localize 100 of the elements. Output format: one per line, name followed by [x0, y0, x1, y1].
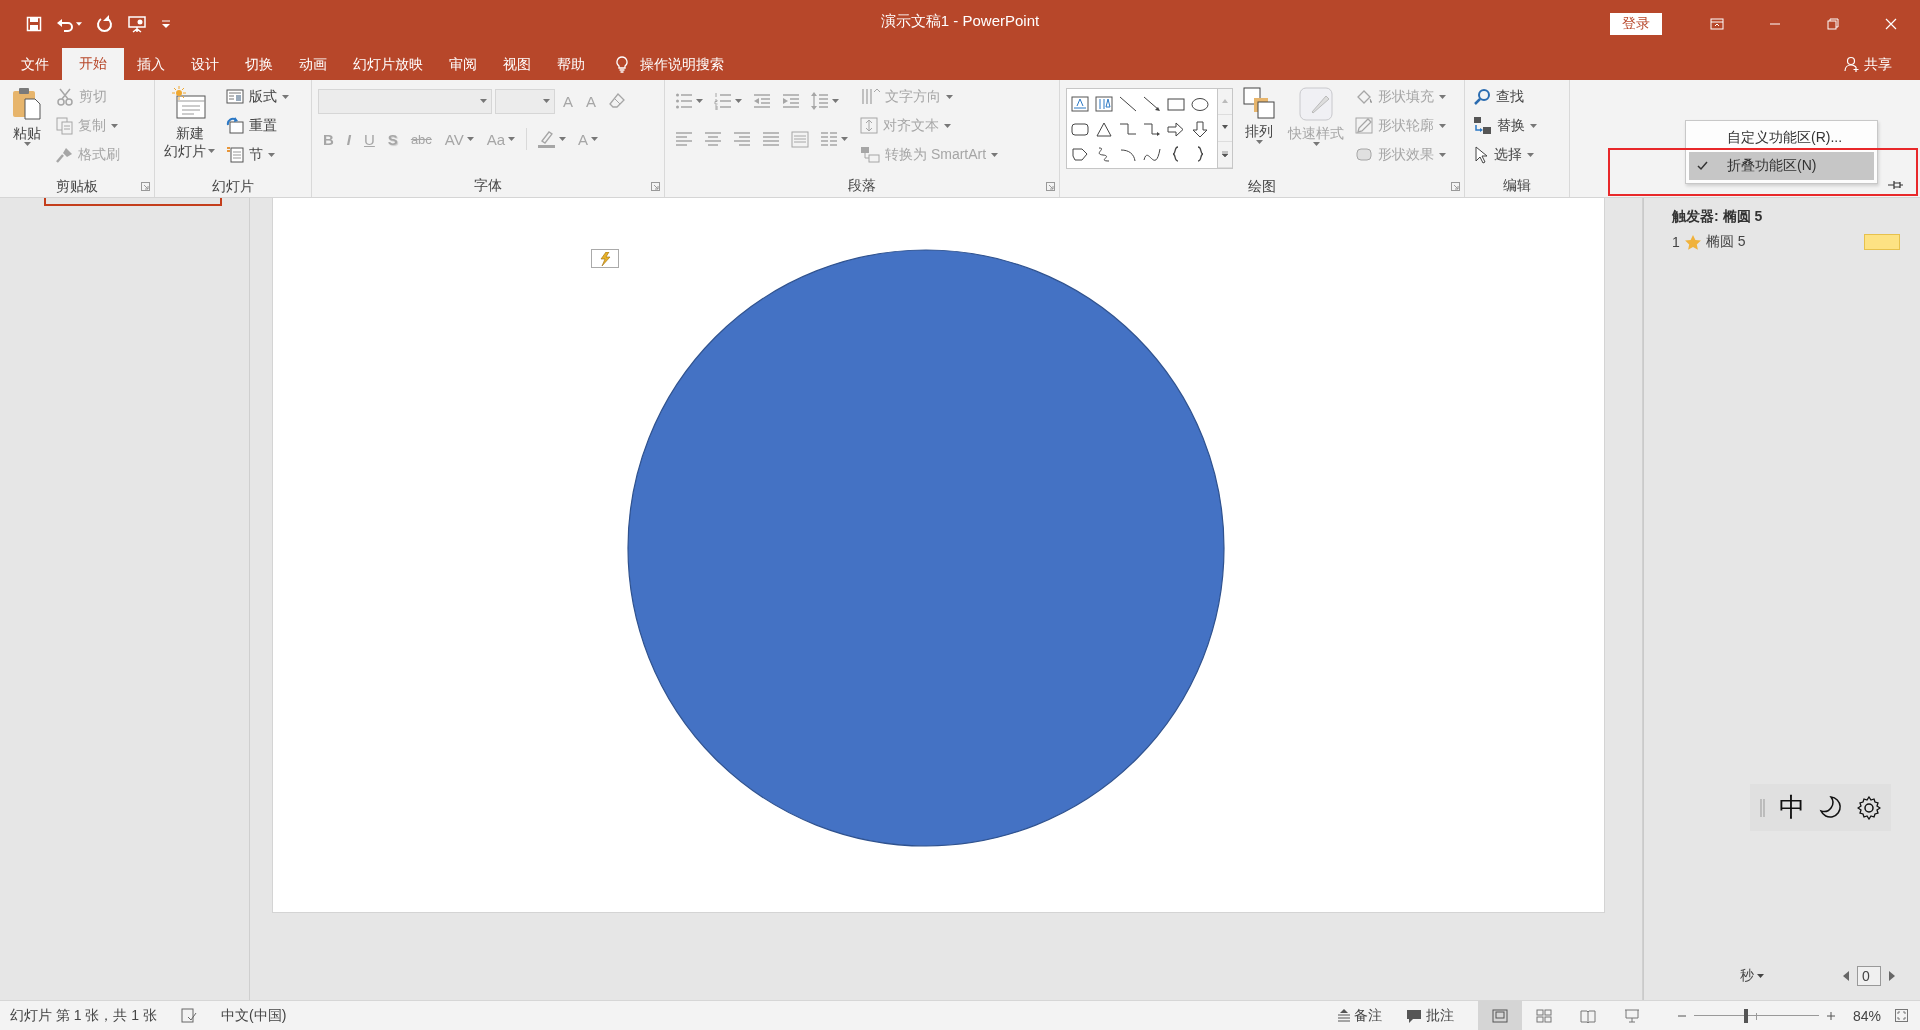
- notes-button[interactable]: 备注: [1335, 1006, 1382, 1025]
- shape-icon[interactable]: [1143, 95, 1161, 112]
- caret-icon: [208, 149, 215, 153]
- ribbon-button[interactable]: 重置: [224, 113, 291, 138]
- shape-icon[interactable]: [1167, 120, 1185, 137]
- caret-icon: [1439, 123, 1446, 128]
- lightbulb-icon[interactable]: [614, 56, 630, 73]
- text-direction-icon: [860, 88, 880, 105]
- presentation-icon[interactable]: [128, 15, 147, 33]
- trigger-heading: 触发器: 椭圆 5: [1672, 208, 1764, 226]
- caret-icon: [1312, 142, 1320, 146]
- customize-icon[interactable]: [161, 19, 171, 29]
- share-button[interactable]: 共享: [1864, 55, 1892, 74]
- scroll-left-icon[interactable]: [1843, 971, 1849, 981]
- language-indicator[interactable]: 中文(中国): [221, 1006, 287, 1025]
- comments-button[interactable]: 批注: [1405, 1006, 1454, 1025]
- pin-icon[interactable]: [1888, 180, 1904, 190]
- ribbon-button[interactable]: 排列: [1239, 84, 1279, 176]
- ribbon-tab[interactable]: 帮助: [544, 49, 598, 80]
- caret-icon: [282, 94, 289, 99]
- menu-item[interactable]: 自定义功能区(R)...: [1689, 124, 1874, 152]
- caret-icon: [841, 137, 848, 141]
- fit-to-window-icon[interactable]: [1895, 1009, 1908, 1022]
- slider-thumb[interactable]: [1744, 1008, 1749, 1023]
- smartart-icon: [860, 146, 880, 163]
- person-add-icon[interactable]: [1844, 56, 1860, 73]
- slideshow-icon: [1623, 1008, 1640, 1023]
- ribbon-button[interactable]: 替换: [1471, 113, 1539, 138]
- ribbon-tab[interactable]: 幻灯片放映: [340, 49, 436, 80]
- arrange-icon: [1242, 86, 1276, 120]
- caret-icon: [543, 99, 550, 103]
- justify-icon: [762, 131, 780, 147]
- settings-icon[interactable]: [1857, 795, 1881, 820]
- ellipse-shape[interactable]: [627, 249, 1225, 847]
- zoom-spin-field[interactable]: 0: [1857, 966, 1881, 986]
- align-center-icon: [704, 131, 722, 147]
- login-button[interactable]: 登录: [1610, 13, 1662, 35]
- shape-icon[interactable]: [1071, 120, 1089, 137]
- save-icon[interactable]: [26, 16, 42, 32]
- ribbon-tab[interactable]: 开始: [62, 48, 124, 80]
- zoom-percentage[interactable]: 84%: [1852, 1007, 1881, 1024]
- scroll-right-icon[interactable]: [1889, 971, 1895, 981]
- ribbon-tab[interactable]: 文件: [8, 49, 62, 80]
- copy-icon: [56, 116, 73, 135]
- group-label: 剪贴板: [56, 177, 98, 196]
- ribbon-tab[interactable]: 设计: [178, 49, 232, 80]
- shape-icon[interactable]: [1095, 120, 1113, 137]
- shape-gallery[interactable]: [1066, 88, 1218, 169]
- shape-icon[interactable]: [1191, 120, 1209, 137]
- more-icon[interactable]: [1221, 150, 1229, 158]
- distributed-icon: [791, 130, 809, 148]
- tell-me-search[interactable]: 操作说明搜索: [640, 55, 724, 74]
- ribbon-tab[interactable]: 审阅: [436, 49, 490, 80]
- zoom-in-icon[interactable]: [1826, 1011, 1835, 1020]
- spellcheck-icon[interactable]: [181, 1008, 198, 1023]
- reset-icon: [226, 117, 244, 134]
- dialog-launcher-icon[interactable]: [141, 182, 150, 191]
- caret-icon: [696, 99, 703, 103]
- ribbon-button[interactable]: 节: [224, 142, 291, 167]
- slide-thumbnail[interactable]: [44, 198, 222, 206]
- caret-icon: [1439, 94, 1446, 99]
- view-button[interactable]: [1477, 1001, 1522, 1030]
- shape-icon[interactable]: [1119, 95, 1137, 112]
- ribbon-display-icon[interactable]: [1710, 17, 1724, 31]
- ribbon-button[interactable]: 查找: [1471, 84, 1539, 109]
- moon-icon[interactable]: [1819, 794, 1843, 821]
- ime-mode-button[interactable]: 中: [1779, 790, 1805, 825]
- close-icon[interactable]: [1884, 17, 1898, 31]
- ribbon-button[interactable]: 选择: [1471, 142, 1539, 167]
- caret-icon: [111, 123, 118, 128]
- dialog-launcher-icon[interactable]: [1451, 182, 1460, 191]
- restore-icon[interactable]: [1826, 17, 1840, 31]
- trigger-marker[interactable]: [591, 249, 619, 268]
- ribbon-button[interactable]: 新建 幻灯片: [161, 84, 218, 176]
- numbering-icon: [714, 92, 732, 110]
- menu-item[interactable]: 折叠功能区(N): [1689, 152, 1874, 180]
- redo-icon[interactable]: [96, 15, 114, 33]
- cursor-icon: [1473, 145, 1489, 164]
- item-name: 椭圆 5: [1705, 233, 1746, 251]
- paint-bucket-icon: [1355, 88, 1373, 105]
- caret-icon: [735, 99, 742, 103]
- brush-icon: [56, 146, 73, 163]
- ribbon-tab[interactable]: 切换: [232, 49, 286, 80]
- dialog-launcher-icon[interactable]: [1046, 182, 1055, 191]
- slide-counter: 幻灯片 第 1 张，共 1 张: [10, 1006, 158, 1025]
- group-label: 字体: [474, 176, 502, 195]
- ribbon-tab[interactable]: 视图: [490, 49, 544, 80]
- dialog-launcher-icon[interactable]: [651, 182, 660, 191]
- ribbon-button[interactable]: 粘贴: [6, 84, 48, 176]
- shape-icon[interactable]: [1071, 145, 1089, 162]
- caret-icon[interactable]: [76, 22, 82, 26]
- ribbon-button[interactable]: 版式: [224, 84, 291, 109]
- caret-icon: [944, 123, 951, 128]
- ribbon-tab[interactable]: 动画: [286, 49, 340, 80]
- ribbon-tab[interactable]: 插入: [124, 49, 178, 80]
- caret-icon: [991, 152, 999, 157]
- seconds-dropdown[interactable]: 秒: [1740, 967, 1764, 985]
- shape-icon[interactable]: [1191, 95, 1209, 112]
- animation-item[interactable]: 1 椭圆 5: [1672, 232, 1920, 252]
- grip-icon[interactable]: [1760, 798, 1765, 817]
